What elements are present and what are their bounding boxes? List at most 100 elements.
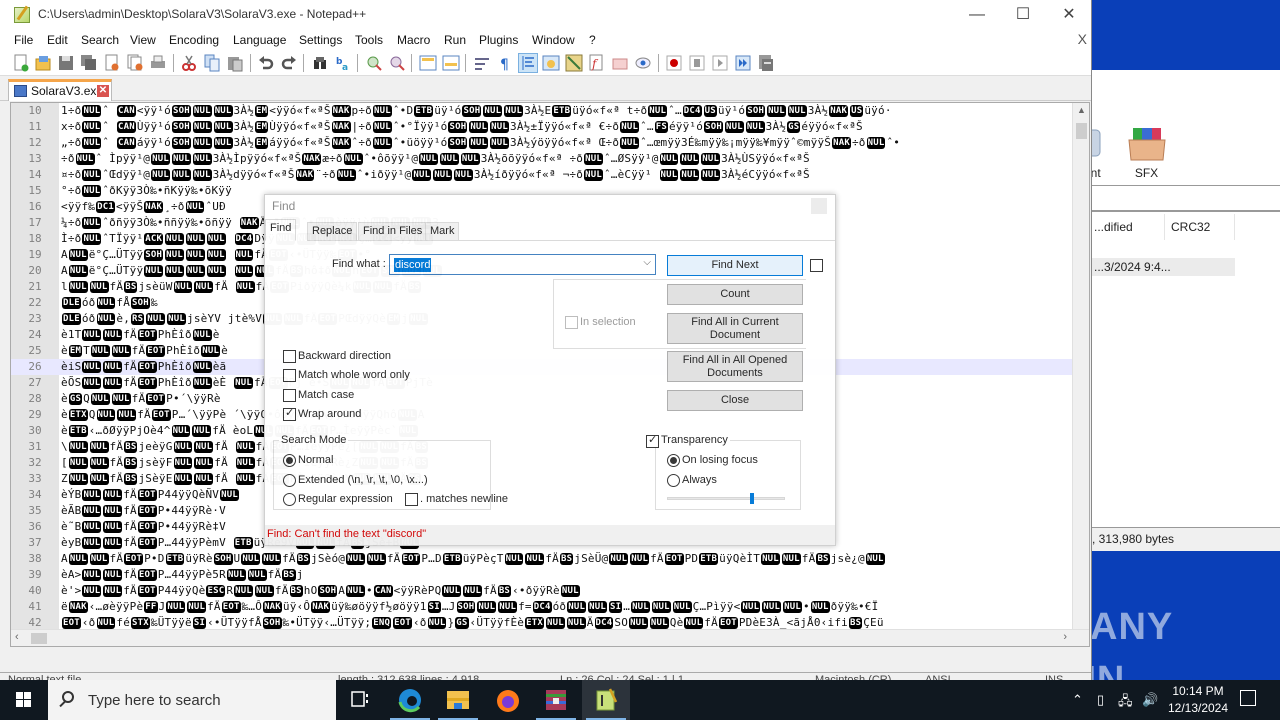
horizontal-scrollbar[interactable]: ‹ › bbox=[11, 629, 1089, 646]
new-file-icon[interactable] bbox=[12, 54, 30, 72]
close-document-button[interactable]: X bbox=[1078, 31, 1087, 47]
paste-icon[interactable] bbox=[226, 54, 244, 72]
transparency-checkbox[interactable] bbox=[646, 433, 659, 448]
save-all-icon[interactable] bbox=[80, 54, 98, 72]
menu-view[interactable]: View bbox=[130, 33, 156, 47]
tab-solarav3-exe[interactable]: SolaraV3.exe ✕ bbox=[8, 79, 112, 101]
menu-encoding[interactable]: Encoding bbox=[169, 33, 219, 47]
on-losing-focus-radio[interactable] bbox=[667, 454, 680, 467]
dialog-close-button[interactable] bbox=[811, 198, 827, 214]
maximize-button[interactable]: ☐ bbox=[1000, 0, 1046, 30]
file-row-modified[interactable]: ...3/2024 9:4... bbox=[1090, 258, 1235, 276]
undo-icon[interactable] bbox=[257, 54, 275, 72]
column-crc32[interactable]: CRC32 bbox=[1171, 216, 1210, 238]
backward-direction-checkbox[interactable] bbox=[283, 350, 296, 363]
cut-icon[interactable] bbox=[180, 54, 198, 72]
menu-file[interactable]: File bbox=[14, 33, 33, 47]
column-modified[interactable]: ...dified bbox=[1094, 216, 1133, 238]
menu-help[interactable]: ? bbox=[589, 33, 596, 47]
network-icon[interactable]: 🖧 bbox=[1118, 692, 1133, 714]
taskbar-notepadpp[interactable] bbox=[582, 680, 630, 720]
print-icon[interactable] bbox=[149, 54, 167, 72]
taskbar-winrar[interactable] bbox=[532, 680, 580, 720]
monitoring-icon[interactable] bbox=[634, 54, 652, 72]
find-next-button[interactable]: Find Next bbox=[667, 255, 803, 276]
match-whole-word-checkbox[interactable] bbox=[283, 369, 296, 382]
transparency-slider[interactable] bbox=[667, 493, 785, 504]
taskbar-edge[interactable] bbox=[386, 680, 434, 720]
tab-replace[interactable]: Replace bbox=[307, 222, 358, 241]
transparency-slider-thumb[interactable] bbox=[750, 493, 754, 504]
scroll-up-icon[interactable]: ▲ bbox=[1077, 105, 1086, 115]
close-window-button[interactable]: ✕ bbox=[1046, 0, 1092, 30]
show-all-characters-icon[interactable]: ¶ bbox=[496, 54, 514, 73]
find-next-option-checkbox[interactable] bbox=[810, 259, 823, 272]
zoom-in-icon[interactable] bbox=[365, 54, 383, 72]
matches-newline-checkbox[interactable] bbox=[405, 493, 418, 506]
function-list-icon[interactable]: f bbox=[588, 54, 606, 72]
volume-icon[interactable]: 🔊 bbox=[1142, 692, 1158, 708]
search-mode-normal-radio[interactable] bbox=[283, 454, 296, 467]
editor-line[interactable]: 40 è'> NUL NUL fÄ EOT P44ÿÿQè ESC R NUL NUL fÄ BS hO S… bbox=[11, 583, 1079, 599]
menu-tools[interactable]: Tools bbox=[355, 33, 383, 47]
save-macro-icon[interactable] bbox=[757, 54, 775, 72]
editor-line[interactable]: 41 ë NAK ‹…øèÿÿPè FF J NUL NUL fÄ EOT ‰…Ô NAK üÿ‹Ô NA… bbox=[11, 599, 1079, 615]
user-defined-language-icon[interactable] bbox=[542, 54, 560, 72]
search-mode-regex-radio[interactable] bbox=[283, 493, 296, 506]
open-file-icon[interactable] bbox=[34, 54, 52, 72]
find-all-opened-documents-button[interactable]: Find All in All Opened Documents bbox=[667, 351, 803, 382]
match-case-checkbox[interactable] bbox=[283, 389, 296, 402]
record-macro-icon[interactable] bbox=[665, 54, 683, 72]
column-separator[interactable] bbox=[1234, 214, 1235, 240]
editor-line[interactable]: 13 ÷ð NUL ˆ Ìpÿÿ¹@ NUL NUL NUL 3À½Ìpÿÿó«f«ªŠ NAK… bbox=[11, 151, 1079, 167]
editor-line[interactable]: 39 èA> NUL NUL fÄ EOT P…44ÿÿPè5R NUL NUL fÄ BS j bbox=[11, 567, 1079, 583]
close-button[interactable]: Close bbox=[667, 390, 803, 411]
start-button[interactable] bbox=[0, 680, 48, 720]
menu-settings[interactable]: Settings bbox=[299, 33, 342, 47]
play-macro-icon[interactable] bbox=[711, 54, 729, 72]
clock[interactable]: 10:14 PM 12/13/2024 bbox=[1160, 683, 1236, 717]
chevron-down-icon[interactable]: ⌵ bbox=[643, 257, 651, 268]
meet-now-icon[interactable]: ▯ bbox=[1097, 692, 1104, 708]
scroll-right-icon[interactable]: › bbox=[1063, 631, 1067, 643]
close-file-icon[interactable] bbox=[103, 54, 121, 72]
editor-line[interactable]: 38 A NUL NUL fÄ EOT P•D ETB üÿRè SOH U NUL NUL fÄ BS jS… bbox=[11, 551, 1079, 567]
editor-line[interactable]: 14 ¤÷ð NUL ˆŒdÿÿ¹@ NUL NUL NUL 3À½dÿÿó«f«ªŠ NAK ¨… bbox=[11, 167, 1079, 183]
editor-line[interactable]: 12 „÷ð NUL ˆ CAN áÿÿ¹ó SOH NUL NUL 3À½ EM áÿÿó«f«ª… bbox=[11, 135, 1079, 151]
always-radio[interactable] bbox=[667, 474, 680, 487]
find-icon[interactable] bbox=[311, 54, 329, 72]
vertical-scroll-thumb[interactable] bbox=[1076, 123, 1087, 139]
document-map-icon[interactable] bbox=[565, 54, 583, 72]
editor-line[interactable]: 10 1÷ð NUL ˆ CAN <ÿÿ¹ó SOH NUL NUL 3À½ EM <ÿÿó«f«ª… bbox=[11, 103, 1079, 119]
run-macro-multiple-icon[interactable] bbox=[734, 54, 752, 72]
close-all-icon[interactable] bbox=[126, 54, 144, 72]
scroll-left-icon[interactable]: ‹ bbox=[15, 631, 19, 643]
menu-macro[interactable]: Macro bbox=[397, 33, 430, 47]
tab-find-in-files[interactable]: Find in Files bbox=[358, 222, 428, 241]
indent-guide-icon[interactable] bbox=[518, 53, 538, 73]
horizontal-scroll-thumb[interactable] bbox=[31, 633, 47, 644]
menu-language[interactable]: Language bbox=[233, 33, 286, 47]
notifications-icon[interactable] bbox=[1240, 690, 1256, 706]
toolbar-comment-button[interactable]: ...ment bbox=[1090, 126, 1120, 180]
find-what-input[interactable]: discord ⌵ bbox=[389, 254, 656, 275]
find-all-current-document-button[interactable]: Find All in Current Document bbox=[667, 313, 803, 344]
menu-run[interactable]: Run bbox=[444, 33, 466, 47]
toolbar-sfx-button[interactable]: SFX bbox=[1124, 126, 1169, 180]
menu-search[interactable]: Search bbox=[81, 33, 119, 47]
save-icon[interactable] bbox=[57, 54, 75, 72]
editor-line[interactable]: 11 x÷ð NUL ˆ CAN Ùÿÿ¹ó SOH NUL NUL 3À½ EM Ùÿÿó«f«ª… bbox=[11, 119, 1079, 135]
replace-icon[interactable]: ba bbox=[334, 54, 352, 73]
taskbar-file-explorer[interactable] bbox=[434, 680, 482, 720]
zoom-out-icon[interactable] bbox=[388, 54, 406, 72]
title-bar[interactable]: C:\Users\admin\Desktop\SolaraV3\SolaraV3… bbox=[0, 0, 1091, 30]
minimize-button[interactable]: — bbox=[954, 0, 1000, 30]
vertical-scrollbar[interactable]: ▲ bbox=[1072, 103, 1089, 633]
tab-find[interactable]: Find bbox=[265, 219, 297, 241]
column-separator[interactable] bbox=[1164, 214, 1165, 240]
folder-as-workspace-icon[interactable] bbox=[611, 54, 629, 72]
sync-vertical-icon[interactable] bbox=[419, 54, 437, 72]
word-wrap-icon[interactable] bbox=[473, 54, 491, 72]
taskbar-firefox[interactable] bbox=[484, 680, 532, 720]
menu-plugins[interactable]: Plugins bbox=[479, 33, 518, 47]
